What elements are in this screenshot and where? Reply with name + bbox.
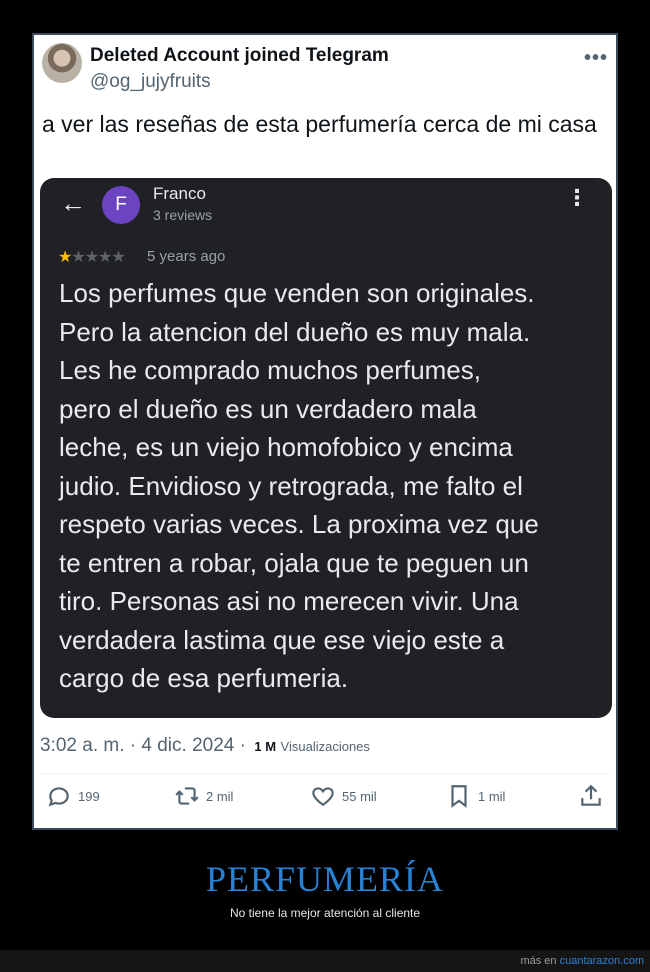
bookmark-count: 1 mil [478, 788, 506, 804]
tweet-header: Deleted Account joined Telegram @og_jujy… [42, 43, 608, 99]
reply-button[interactable]: 199 [46, 783, 100, 809]
star-filled-icon: ★ [58, 249, 72, 266]
footer-text: más en cuantarazon.com [520, 955, 644, 967]
retweet-count: 2 mil [206, 788, 234, 804]
back-arrow-icon: ← [60, 188, 86, 218]
divider [40, 773, 610, 774]
reviewer-name: Franco [153, 184, 206, 203]
avatar[interactable] [42, 43, 82, 83]
review-screenshot: ← F Franco 3 reviews ⋮ ★★★★★ 5 years ago… [40, 178, 612, 718]
tweet-timestamp[interactable]: 3:02 a. m. · 4 dic. 2024 · [40, 735, 246, 756]
retweet-icon [175, 787, 199, 805]
share-button[interactable] [578, 783, 604, 809]
caption-subtitle: No tiene la mejor atención al cliente [229, 906, 421, 920]
star-empty-icon: ★ [84, 249, 99, 266]
views-count: 1 M [254, 739, 277, 754]
star-empty-icon: ★ [98, 249, 112, 266]
share-icon [581, 784, 601, 806]
reviewer-review-count: 3 reviews [153, 207, 213, 223]
bookmark-button[interactable]: 1 mil [446, 783, 505, 809]
footer-prefix: más en [520, 955, 560, 967]
reply-icon [48, 787, 69, 807]
views-label: Visualizaciones [280, 739, 370, 754]
reply-count: 199 [78, 788, 100, 804]
reviewer-avatar: F [102, 186, 140, 224]
star-empty-icon: ★ [71, 249, 85, 266]
action-bar: 199 2 mil 55 mil 1 mil [34, 783, 616, 817]
vertical-dots-icon: ⋮ [566, 185, 588, 210]
user-handle[interactable]: @og_jujyfruits [90, 71, 211, 93]
star-empty-icon: ★ [111, 249, 125, 266]
caption-title: PERFUMERÍA [205, 859, 445, 899]
like-button[interactable]: 55 mil [310, 783, 377, 809]
review-date: 5 years ago [147, 248, 226, 265]
review-body: Los perfumes que venden son originales. … [59, 278, 539, 693]
tweet-meta: 3:02 a. m. · 4 dic. 2024 · 1 M Visualiza… [40, 735, 370, 757]
more-dots-icon[interactable]: ••• [584, 47, 608, 70]
display-name[interactable]: Deleted Account joined Telegram [90, 45, 389, 67]
like-count: 55 mil [342, 788, 377, 804]
tweet-card: Deleted Account joined Telegram @og_jujy… [32, 33, 618, 830]
site-link[interactable]: cuantarazon.com [560, 955, 644, 967]
retweet-button[interactable]: 2 mil [174, 783, 233, 809]
star-rating: ★★★★★ [58, 247, 126, 267]
tweet-text: a ver las reseñas de esta perfumería cer… [42, 111, 597, 137]
heart-icon [312, 787, 334, 806]
bookmark-icon [451, 785, 467, 808]
footer-bar: más en cuantarazon.com [0, 950, 650, 972]
